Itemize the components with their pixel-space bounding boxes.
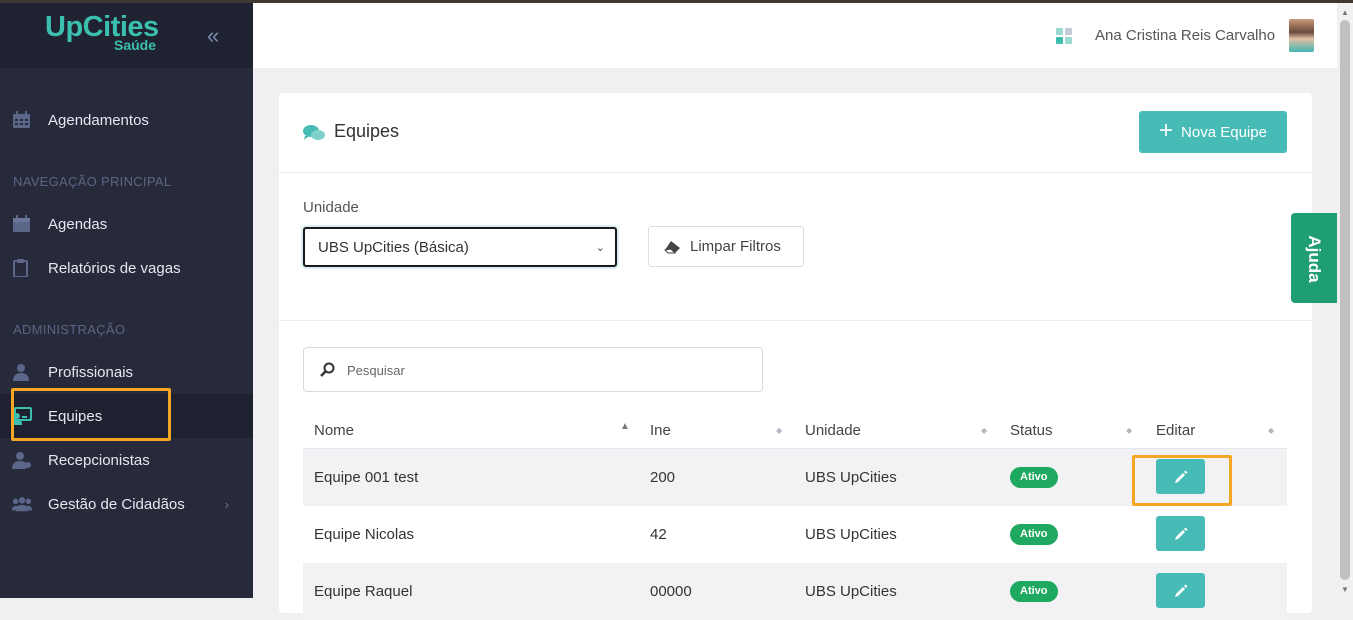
brand-bar: UpCities Saúde « bbox=[0, 3, 253, 68]
section-administracao: ADMINISTRAÇÃO bbox=[13, 322, 126, 337]
edit-button[interactable] bbox=[1156, 573, 1205, 608]
col-header-ine[interactable]: Ine bbox=[650, 422, 671, 439]
col-header-unidade[interactable]: Unidade bbox=[805, 422, 861, 439]
pencil-icon bbox=[1174, 584, 1187, 597]
user-name[interactable]: Ana Cristina Reis Carvalho bbox=[1095, 27, 1275, 44]
col-header-nome[interactable]: Nome bbox=[314, 422, 354, 439]
page-title: Equipes bbox=[334, 121, 400, 141]
status-badge: Ativo bbox=[1010, 467, 1058, 488]
help-tab[interactable]: Ajuda bbox=[1291, 213, 1337, 303]
new-team-button-label: Nova Equipe bbox=[1181, 123, 1267, 141]
sidebar-item-agendamentos[interactable]: Agendamentos bbox=[0, 98, 253, 142]
clear-filters-label: Limpar Filtros bbox=[690, 238, 781, 255]
help-tab-label: Ajuda bbox=[1305, 235, 1324, 283]
status-badge: Ativo bbox=[1010, 581, 1058, 602]
search-placeholder: Pesquisar bbox=[347, 363, 405, 378]
sort-icon[interactable]: ◆ bbox=[776, 426, 782, 435]
col-header-editar[interactable]: Editar bbox=[1156, 422, 1195, 439]
collapse-sidebar-icon[interactable]: « bbox=[207, 25, 219, 47]
users-icon bbox=[12, 497, 32, 512]
clipboard-icon bbox=[13, 259, 28, 277]
app-logo[interactable]: UpCities Saúde bbox=[45, 13, 159, 53]
teams-card: Equipes + Nova Equipe Unidade UBS UpCiti… bbox=[279, 93, 1312, 620]
sidebar-item-recepcionistas[interactable]: Recepcionistas bbox=[0, 438, 253, 482]
scrollbar-thumb[interactable] bbox=[1340, 20, 1350, 580]
calendar-icon bbox=[13, 111, 30, 128]
highlight-box-equipes bbox=[11, 388, 171, 441]
sort-icon[interactable]: ◆ bbox=[1268, 426, 1274, 435]
status-badge: Ativo bbox=[1010, 524, 1058, 545]
sidebar: UpCities Saúde « Agendamentos NAVEGAÇÃO … bbox=[0, 3, 253, 598]
cell-ine: 42 bbox=[650, 526, 667, 543]
table-row: Equipe Raquel 00000 UBS UpCities Ativo bbox=[303, 563, 1287, 620]
unit-filter-label: Unidade bbox=[303, 199, 359, 216]
section-navegacao-principal: NAVEGAÇÃO PRINCIPAL bbox=[13, 174, 172, 189]
cell-ine: 00000 bbox=[650, 583, 692, 600]
sidebar-item-gestao-cidadaos[interactable]: Gestão de Cidadãos › bbox=[0, 482, 253, 526]
cell-unidade: UBS UpCities bbox=[805, 469, 897, 486]
sidebar-item-agendas[interactable]: Agendas bbox=[0, 202, 253, 246]
divider bbox=[279, 172, 1312, 173]
sidebar-item-label: Profissionais bbox=[48, 363, 134, 381]
chevron-right-icon: › bbox=[224, 496, 229, 512]
cell-nome: Equipe Raquel bbox=[314, 583, 413, 600]
highlight-box-edit bbox=[1132, 455, 1232, 506]
plus-icon: + bbox=[1159, 117, 1174, 144]
cell-unidade: UBS UpCities bbox=[805, 583, 897, 600]
user-gear-icon bbox=[12, 452, 31, 469]
sidebar-item-label: Recepcionistas bbox=[48, 451, 150, 469]
col-header-status[interactable]: Status bbox=[1010, 422, 1053, 439]
search-icon bbox=[320, 362, 335, 377]
sidebar-item-label: Agendamentos bbox=[48, 111, 149, 129]
cell-nome: Equipe 001 test bbox=[314, 469, 419, 486]
cell-ine: 200 bbox=[650, 469, 676, 486]
sidebar-item-label: Relatórios de vagas bbox=[48, 259, 181, 277]
avatar[interactable] bbox=[1289, 19, 1314, 52]
comments-icon bbox=[303, 125, 325, 140]
eraser-icon bbox=[664, 240, 680, 253]
sort-icon[interactable]: ◆ bbox=[1126, 426, 1132, 435]
sort-icon[interactable]: ◆ bbox=[981, 426, 987, 435]
cell-unidade: UBS UpCities bbox=[805, 526, 897, 543]
pencil-icon bbox=[1174, 527, 1187, 540]
table-row: Equipe Nicolas 42 UBS UpCities Ativo bbox=[303, 506, 1287, 563]
unit-select[interactable]: UBS UpCities (Básica) ⌄ bbox=[303, 227, 617, 267]
scroll-up-icon[interactable]: ▲ bbox=[1341, 8, 1349, 17]
clear-filters-button[interactable]: Limpar Filtros bbox=[648, 226, 804, 267]
user-md-icon bbox=[13, 364, 29, 381]
scroll-down-icon[interactable]: ▼ bbox=[1341, 585, 1349, 594]
cell-nome: Equipe Nicolas bbox=[314, 526, 415, 543]
search-input[interactable]: Pesquisar bbox=[303, 347, 763, 392]
calendar-icon bbox=[13, 215, 30, 232]
sort-asc-icon[interactable]: ▲ bbox=[620, 421, 630, 432]
sidebar-item-label: Gestão de Cidadãos bbox=[48, 495, 185, 513]
unit-select-value: UBS UpCities (Básica) bbox=[318, 238, 469, 256]
divider bbox=[279, 320, 1312, 321]
top-bar: Ana Cristina Reis Carvalho bbox=[253, 3, 1337, 68]
sidebar-item-relatorios[interactable]: Relatórios de vagas bbox=[0, 246, 253, 290]
apps-grid-icon[interactable] bbox=[1056, 28, 1073, 45]
sidebar-item-label: Agendas bbox=[48, 215, 108, 233]
chevron-down-icon: ⌄ bbox=[595, 242, 605, 254]
edit-button[interactable] bbox=[1156, 516, 1205, 551]
page-scrollbar[interactable]: ▲ ▼ bbox=[1337, 3, 1353, 598]
logo-sub: Saúde bbox=[114, 37, 157, 53]
new-team-button[interactable]: + Nova Equipe bbox=[1139, 111, 1287, 153]
